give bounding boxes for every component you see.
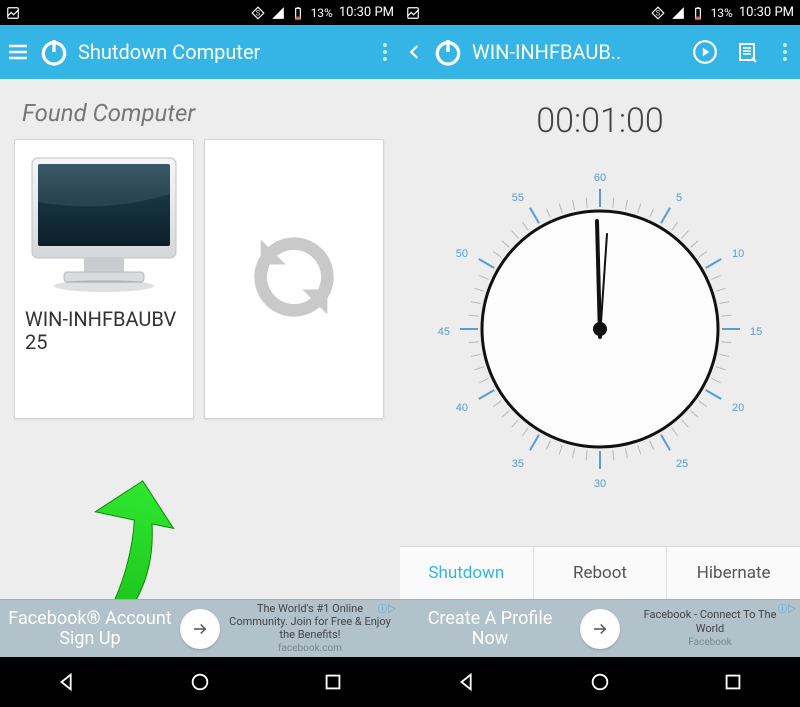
nav-bar <box>0 657 400 707</box>
content-area: 00:01:00 60 5 10 15 20 25 30 35 40 <box>400 79 800 599</box>
svg-text:35: 35 <box>512 458 524 470</box>
section-title: Found Computer <box>0 79 400 139</box>
ad-choices-icon[interactable]: ⓘ▷ <box>778 602 796 615</box>
list-icon <box>735 40 759 64</box>
diamond-icon: S <box>651 6 665 20</box>
nav-back-icon[interactable] <box>56 671 78 693</box>
nav-home-icon[interactable] <box>189 671 211 693</box>
ad-banner[interactable]: ⓘ▷ Facebook® Account Sign Up The World's… <box>0 599 400 657</box>
app-title: Shutdown Computer <box>78 40 364 64</box>
nav-back-icon[interactable] <box>456 671 478 693</box>
svg-text:45: 45 <box>438 326 450 338</box>
svg-text:55: 55 <box>512 192 524 204</box>
refresh-card[interactable] <box>204 139 384 419</box>
status-time: 10:30 PM <box>739 5 794 20</box>
nav-bar <box>400 657 800 707</box>
svg-text:S: S <box>255 9 259 17</box>
svg-text:20: 20 <box>732 402 744 414</box>
menu-icon[interactable] <box>6 40 30 64</box>
app-bar: Shutdown Computer <box>0 25 400 79</box>
status-bar: S 13% 10:30 PM <box>0 0 400 25</box>
action-row: Shutdown Reboot Hibernate <box>400 546 800 599</box>
ad-choices-icon[interactable]: ⓘ▷ <box>378 602 396 615</box>
diamond-icon: S <box>251 6 265 20</box>
arrow-right-icon <box>591 620 609 638</box>
nav-recent-icon[interactable] <box>322 671 344 693</box>
refresh-icon <box>244 227 344 331</box>
content-area: Found Computer <box>0 79 400 599</box>
svg-text:5: 5 <box>676 192 682 204</box>
tutorial-arrow-icon <box>84 479 204 599</box>
battery-icon <box>691 6 705 20</box>
image-icon <box>406 6 420 20</box>
power-icon <box>432 36 464 68</box>
svg-text:15: 15 <box>750 326 762 338</box>
signal-icon <box>271 6 285 20</box>
overflow-menu-icon[interactable] <box>776 40 794 64</box>
overflow-menu-icon[interactable] <box>376 40 394 64</box>
nav-home-icon[interactable] <box>589 671 611 693</box>
battery-percent: 13% <box>711 6 733 20</box>
timer-dial[interactable]: 60 5 10 15 20 25 30 35 40 45 50 55 <box>420 149 780 509</box>
image-icon <box>6 6 20 20</box>
ad-right-text: The World's #1 Online Community. Join fo… <box>228 602 392 656</box>
power-icon <box>38 36 70 68</box>
svg-text:60: 60 <box>594 172 606 184</box>
list-button[interactable] <box>730 35 764 69</box>
status-bar: S 13% 10:30 PM <box>400 0 800 25</box>
signal-icon <box>671 6 685 20</box>
reboot-action[interactable]: Reboot <box>534 547 668 599</box>
app-title: WIN-INHFBAUB.. <box>472 40 680 64</box>
battery-percent: 13% <box>311 6 333 20</box>
status-time: 10:30 PM <box>339 5 394 20</box>
battery-icon <box>291 6 305 20</box>
app-bar: WIN-INHFBAUB.. <box>400 25 800 79</box>
svg-text:40: 40 <box>456 402 468 414</box>
svg-text:S: S <box>655 9 659 17</box>
play-icon <box>692 39 718 65</box>
ad-left-text: Facebook® Account Sign Up <box>8 609 172 649</box>
shutdown-action[interactable]: Shutdown <box>400 547 534 599</box>
ad-left-text: Create A Profile Now <box>408 609 572 649</box>
svg-text:50: 50 <box>456 248 468 260</box>
nav-recent-icon[interactable] <box>722 671 744 693</box>
phone-left: S 13% 10:30 PM Shutdown Computer Found C… <box>0 0 400 707</box>
computer-monitor-icon <box>24 152 184 302</box>
back-icon[interactable] <box>406 40 424 64</box>
timer-display: 00:01:00 <box>400 79 800 149</box>
ad-go-button[interactable] <box>580 609 620 649</box>
computer-name-label: WIN-INHFBAUBV25 <box>23 302 185 354</box>
ad-banner[interactable]: ⓘ▷ Create A Profile Now Facebook - Conne… <box>400 599 800 657</box>
ad-right-text: Facebook - Connect To The World Facebook <box>628 608 792 648</box>
phone-right: S 13% 10:30 PM WIN-INHFBAUB.. 00:01:00 <box>400 0 800 707</box>
ad-go-button[interactable] <box>180 609 220 649</box>
svg-text:30: 30 <box>594 478 606 490</box>
play-button[interactable] <box>688 35 722 69</box>
computer-card[interactable]: WIN-INHFBAUBV25 <box>14 139 194 419</box>
arrow-right-icon <box>191 620 209 638</box>
hibernate-action[interactable]: Hibernate <box>667 547 800 599</box>
svg-text:25: 25 <box>676 458 688 470</box>
svg-text:10: 10 <box>732 248 744 260</box>
